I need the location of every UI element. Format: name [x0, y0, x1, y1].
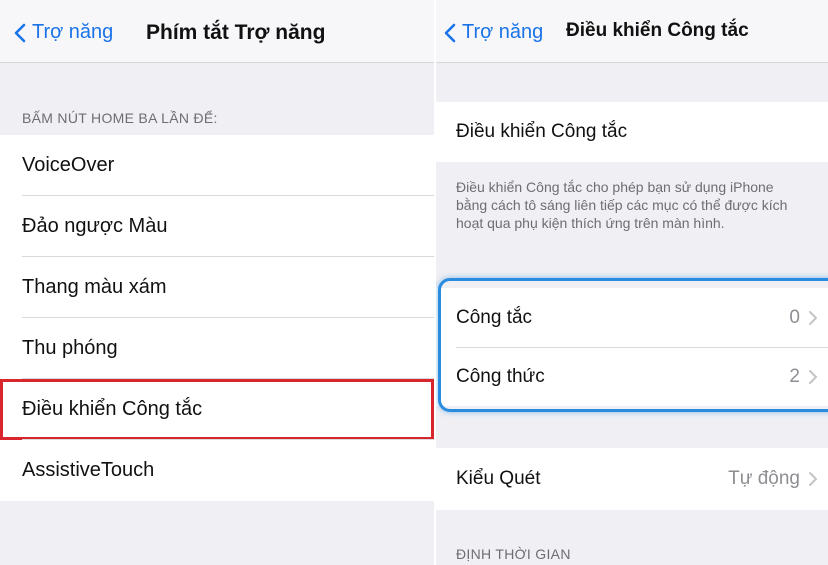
back-label: Trợ năng — [462, 21, 544, 43]
row-value: 2 — [789, 365, 800, 387]
switches-row[interactable]: Công tắc 0 — [436, 288, 828, 347]
list-item-zoom[interactable]: Thu phóng — [0, 318, 434, 379]
page-title: Điều khiển Công tắc — [566, 20, 749, 41]
list-item-label: Thu phóng — [22, 337, 118, 359]
list-item-voiceover[interactable]: VoiceOver — [0, 135, 434, 196]
section-header: BẤM NÚT HOME BA LẦN ĐỂ: — [22, 110, 218, 126]
row-value: 0 — [789, 306, 800, 328]
list-item-label: Đảo ngược Màu — [22, 215, 168, 237]
chevron-left-icon — [444, 23, 456, 42]
switches-group: Công tắc 0 Công thức 2 — [436, 288, 828, 406]
list-item-assistivetouch[interactable]: AssistiveTouch — [0, 440, 434, 501]
switch-control-row[interactable]: Điều khiển Công tắc — [436, 102, 828, 162]
list-item-label: VoiceOver — [22, 154, 115, 176]
list-item-label: Điều khiển Công tắc — [22, 398, 203, 420]
scanning-group: Kiểu Quét Tự động — [436, 448, 828, 510]
switch-control-description: Điều khiển Công tắc cho phép bạn sử dụng… — [456, 179, 788, 231]
shortcut-list: VoiceOver Đảo ngược Màu Thang màu xám Th… — [0, 135, 434, 501]
page-title: Phím tắt Trợ năng — [146, 21, 326, 44]
list-item-invert-colors[interactable]: Đảo ngược Màu — [0, 196, 434, 257]
back-button[interactable]: Trợ năng — [14, 21, 113, 44]
back-label: Trợ năng — [32, 21, 114, 43]
back-button[interactable]: Trợ năng — [444, 21, 543, 44]
chevron-right-icon — [809, 369, 817, 384]
row-label: Công tắc — [456, 306, 533, 328]
scanning-style-row[interactable]: Kiểu Quét Tự động — [436, 448, 828, 510]
nav-bar: Trợ năng Phím tắt Trợ năng — [0, 0, 434, 63]
nav-bar: Trợ năng Điều khiển Công tắc — [436, 0, 828, 63]
row-value: Tự động — [728, 468, 800, 489]
switch-control-screen: Trợ năng Điều khiển Công tắc Điều khiển … — [436, 0, 828, 565]
chevron-right-icon — [809, 472, 817, 486]
list-item-switch-control[interactable]: Điều khiển Công tắc — [0, 379, 434, 440]
list-item-grayscale[interactable]: Thang màu xám — [0, 257, 434, 318]
list-item-label: Thang màu xám — [22, 276, 167, 298]
accessibility-shortcut-screen: Trợ năng Phím tắt Trợ năng BẤM NÚT HOME … — [0, 0, 434, 565]
list-item-label: AssistiveTouch — [22, 459, 155, 481]
chevron-left-icon — [14, 23, 26, 42]
recipes-row[interactable]: Công thức 2 — [436, 347, 828, 406]
switch-control-group: Điều khiển Công tắc — [436, 102, 828, 162]
switch-control-label: Điều khiển Công tắc — [456, 121, 628, 142]
row-label: Công thức — [456, 365, 545, 387]
timing-section-header: ĐỊNH THỜI GIAN — [456, 546, 571, 562]
row-label: Kiểu Quét — [456, 468, 541, 489]
chevron-right-icon — [809, 310, 817, 325]
